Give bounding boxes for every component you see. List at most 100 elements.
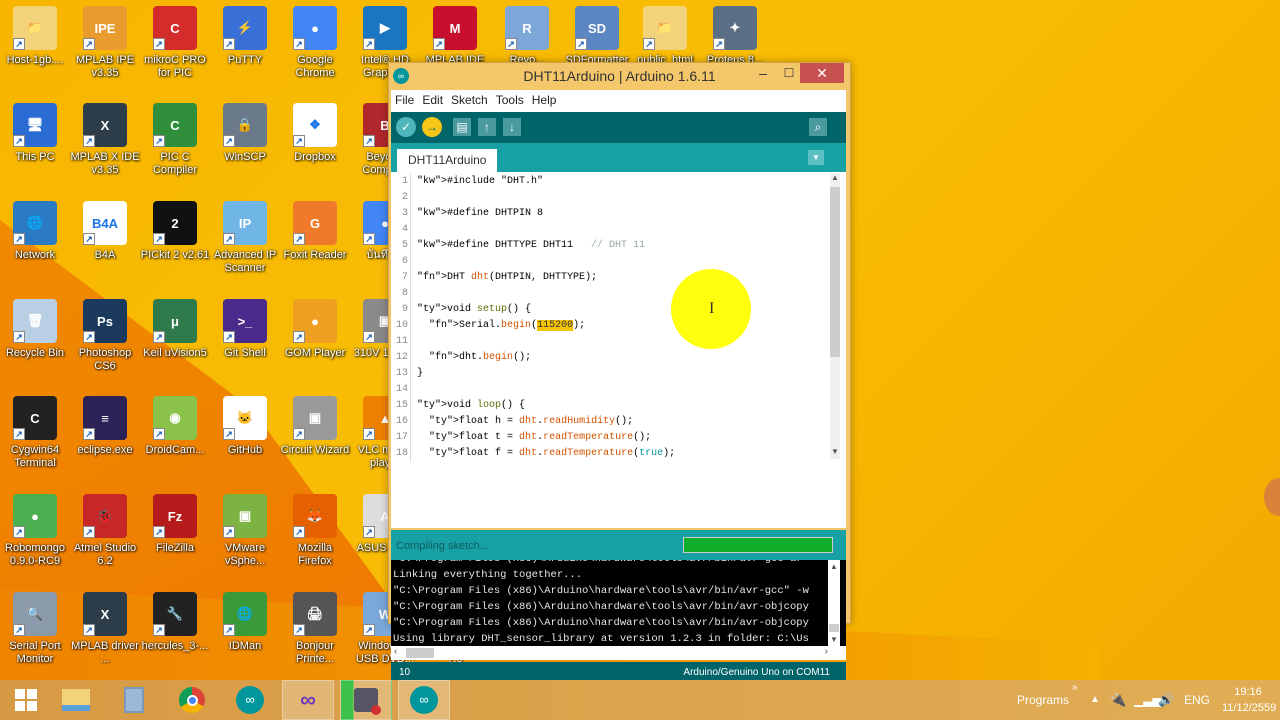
code-line[interactable]: 13} <box>391 366 821 382</box>
taskbar-chrome[interactable] <box>166 680 218 720</box>
desktop-icon[interactable]: 2 ↗ PICkit 2 v2.61 <box>140 201 210 262</box>
new-button[interactable]: ▤ <box>453 118 471 136</box>
programs-toolbar[interactable]: Programs <box>1017 680 1069 720</box>
volume-icon[interactable]: 🔊 <box>1158 680 1174 720</box>
tab-menu-dropdown[interactable]: ▼ <box>808 150 824 165</box>
taskbar-file-explorer[interactable] <box>50 680 102 720</box>
desktop-icon[interactable]: Fz ↗ FileZilla <box>140 494 210 555</box>
console-vertical-scrollbar[interactable]: ▲ ▼ <box>828 560 840 646</box>
code-line[interactable]: 17 "ty">float t = dht.readTemperature(); <box>391 430 821 446</box>
power-icon[interactable]: 🔌 <box>1110 680 1126 720</box>
desktop-icon[interactable]: SD ↗ SDFormatter <box>562 6 632 67</box>
code-line[interactable]: 14 <box>391 382 821 398</box>
desktop-icon[interactable]: IP ↗ Advanced IP Scanner <box>210 201 280 275</box>
desktop-icon[interactable]: 🌐 ↗ IDMan <box>210 592 280 653</box>
code-line[interactable]: 4 <box>391 222 821 238</box>
upload-button[interactable]: → <box>422 117 442 137</box>
desktop-icon[interactable]: ▣ ↗ Circuit Wizard <box>280 396 350 457</box>
code-line[interactable]: 6 <box>391 254 821 270</box>
minimize-button[interactable]: – <box>750 63 776 83</box>
scroll-thumb[interactable] <box>830 187 840 357</box>
menu-edit[interactable]: Edit <box>418 90 447 107</box>
desktop-icon[interactable]: ● ↗ Robomongo 0.9.0-RC9 <box>0 494 70 568</box>
save-button[interactable]: ↓ <box>503 118 521 136</box>
console-output[interactable]: "C:\Program Files (x86)\Arduino\hardware… <box>391 560 846 646</box>
desktop-icon[interactable]: 🐞 ↗ Atmel Studio 6.2 <box>70 494 140 568</box>
console-horizontal-scrollbar[interactable]: ‹ › <box>391 646 846 660</box>
desktop-icon[interactable]: ❖ ↗ Dropbox <box>280 103 350 164</box>
desktop-icon[interactable]: ≡ ↗ eclipse.exe <box>70 396 140 457</box>
start-button[interactable] <box>0 680 52 720</box>
scroll-down-icon[interactable]: ▼ <box>830 447 840 459</box>
open-button[interactable]: ↑ <box>478 118 496 136</box>
scroll-left-icon[interactable]: ‹ <box>394 646 397 657</box>
scroll-up-icon[interactable]: ▲ <box>828 562 840 571</box>
chevron-double-right-icon[interactable]: » <box>1072 668 1078 708</box>
close-button[interactable]: ✕ <box>800 63 844 83</box>
taskbar-arduino-active[interactable]: ∞ <box>398 680 450 720</box>
code-line[interactable]: 9 "ty">void setup() { <box>391 302 821 318</box>
desktop-icon[interactable]: ✦ ↗ Proteus 8... <box>700 6 770 67</box>
scroll-thumb[interactable] <box>406 648 434 658</box>
taskbar-visual-studio[interactable]: ∞ <box>282 680 334 720</box>
desktop-icon[interactable]: μ ↗ Keil uVision5 <box>140 299 210 360</box>
desktop-icon[interactable]: C ↗ mikroC PRO for PIC <box>140 6 210 80</box>
serial-monitor-button[interactable]: ⌕ <box>809 118 827 136</box>
desktop-icon[interactable]: 🌐 ↗ Network <box>0 201 70 262</box>
taskbar-calculator[interactable] <box>108 680 160 720</box>
desktop-icon[interactable]: 🔧 ↗ hercules_3-... <box>140 592 210 653</box>
desktop-icon[interactable]: C ↗ Cygwin64 Terminal <box>0 396 70 470</box>
code-line[interactable]: 8 <box>391 286 821 302</box>
title-bar[interactable]: ∞ DHT11Arduino | Arduino 1.6.11 – ☐ ✕ <box>389 63 850 89</box>
desktop-icon[interactable]: >_ ↗ Git Shell <box>210 299 280 360</box>
desktop-icon[interactable]: ▣ ↗ VMware vSphe... <box>210 494 280 568</box>
code-line[interactable]: 5 "kw">#define DHTTYPE DHT11 // DHT 11 <box>391 238 821 254</box>
tab-dht11arduino[interactable]: DHT11Arduino <box>397 149 498 172</box>
code-line[interactable]: 12 "fn">dht.begin(); <box>391 350 821 366</box>
code-line[interactable]: 16 "ty">float h = dht.readHumidity(); <box>391 414 821 430</box>
code-line[interactable]: 2 <box>391 190 821 206</box>
desktop-icon[interactable]: G ↗ Foxit Reader <box>280 201 350 262</box>
scroll-up-icon[interactable]: ▲ <box>830 173 840 185</box>
desktop-icon[interactable]: 🗑 ↗ Recycle Bin <box>0 299 70 360</box>
editor-vertical-scrollbar[interactable]: ▲ ▼ <box>830 173 840 459</box>
desktop-icon[interactable]: 🔍 ↗ Serial Port Monitor <box>0 592 70 666</box>
desktop-icon[interactable]: M ↗ MPLAB IDE <box>420 6 490 67</box>
scroll-down-icon[interactable]: ▼ <box>828 635 840 644</box>
desktop-icon[interactable]: ⚡ ↗ PuTTY <box>210 6 280 67</box>
desktop-icon[interactable]: 🖨 ↗ Bonjour Printe... <box>280 592 350 666</box>
desktop-icon[interactable]: IPE ↗ MPLAB IPE v3.35 <box>70 6 140 80</box>
desktop-icon[interactable]: 📁 ↗ public_html <box>630 6 700 67</box>
edge-widget-icon[interactable] <box>1264 478 1280 516</box>
desktop-icon[interactable]: Ps ↗ Photoshop CS6 <box>70 299 140 373</box>
desktop-icon[interactable]: 🐱 ↗ GitHub <box>210 396 280 457</box>
desktop-icon[interactable]: X ↗ MPLAB X IDE v3.35 <box>70 103 140 177</box>
maximize-button[interactable]: ☐ <box>776 63 802 83</box>
code-line[interactable]: 10 "fn">Serial.begin(115200); <box>391 318 821 334</box>
clock[interactable]: 19:16 11/12/2559 <box>1222 684 1276 716</box>
code-line[interactable]: 1 "kw">#include "DHT.h" <box>391 174 821 190</box>
menu-tools[interactable]: Tools <box>492 90 528 107</box>
desktop-icon[interactable]: C ↗ PIC C Compiler <box>140 103 210 177</box>
desktop-icon[interactable]: ● ↗ Google Chrome <box>280 6 350 80</box>
scroll-thumb[interactable] <box>829 624 839 632</box>
desktop-icon[interactable]: ◉ ↗ DroidCam... <box>140 396 210 457</box>
code-editor[interactable]: 1 "kw">#include "DHT.h" 2 3 "kw">#define DHT… <box>391 172 846 528</box>
taskbar-vmware[interactable] <box>340 680 392 720</box>
code-line[interactable]: 3 "kw">#define DHTPIN 8 <box>391 206 821 222</box>
desktop-icon[interactable]: R ↗ Revo... <box>492 6 562 67</box>
scroll-right-icon[interactable]: › <box>825 646 828 657</box>
desktop-icon[interactable]: X ↗ MPLAB driver ... <box>70 592 140 666</box>
language-indicator[interactable]: ENG <box>1184 680 1210 720</box>
desktop-icon[interactable]: 🔒 ↗ WinSCP <box>210 103 280 164</box>
desktop-icon[interactable]: 🦊 ↗ Mozilla Firefox <box>280 494 350 568</box>
desktop-icon[interactable]: 🖥 ↗ This PC <box>0 103 70 164</box>
menu-sketch[interactable]: Sketch <box>447 90 492 107</box>
desktop-icon[interactable]: 📁 ↗ Host-1gb.... <box>0 6 70 67</box>
menu-file[interactable]: File <box>391 90 418 107</box>
taskbar-arduino[interactable]: ∞ <box>224 680 276 720</box>
menu-help[interactable]: Help <box>528 90 561 107</box>
code-line[interactable]: 18 "ty">float f = dht.readTemperature(tr… <box>391 446 821 462</box>
show-hidden-icons-button[interactable]: ▲ <box>1090 680 1100 720</box>
desktop-icon[interactable]: B4A ↗ B4A <box>70 201 140 262</box>
